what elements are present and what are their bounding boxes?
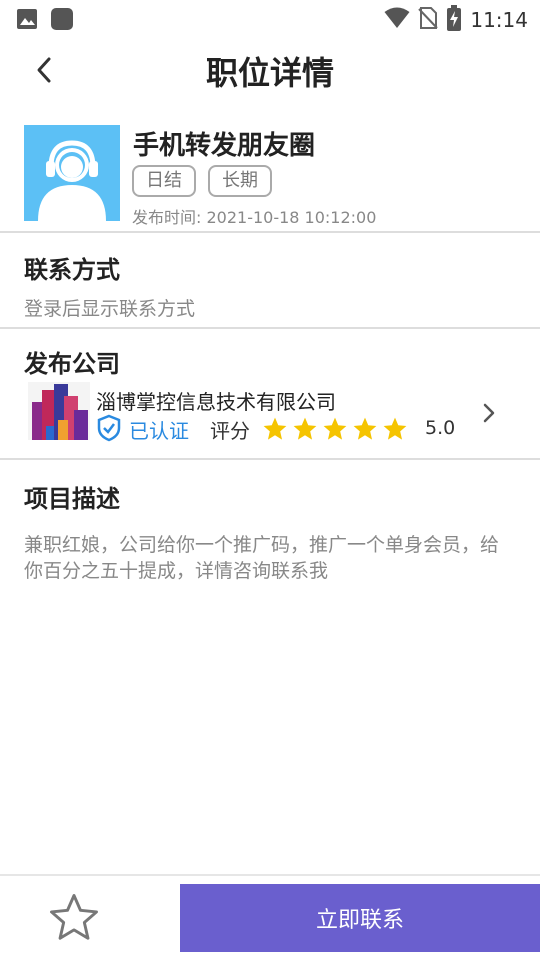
description-text: 兼职红娘，公司给你一个推广码，推广一个单身会员，给你百分之五十提成，详情咨询联系… [24, 534, 500, 582]
page-title: 职位详情 [205, 54, 334, 92]
company-logo [28, 382, 90, 440]
chevron-right-icon[interactable] [482, 402, 496, 428]
publish-time: 发布时间: 2021-10-18 10:12:00 [132, 208, 377, 227]
rating-stars [262, 416, 408, 442]
description-heading: 项目描述 [24, 485, 120, 513]
star-icon [263, 417, 287, 440]
status-bar: 11:14 [0, 0, 540, 36]
star-icon [383, 417, 407, 440]
headset-person-icon [24, 140, 120, 221]
verified-label: 已认证 [129, 419, 189, 443]
star-outline-icon [46, 891, 102, 949]
status-time: 11:14 [470, 8, 528, 32]
rating-label: 评分 [210, 419, 250, 443]
image-icon [16, 8, 38, 34]
tag-daily-pay: 日结 [132, 165, 196, 197]
divider [0, 327, 540, 329]
job-avatar [24, 125, 120, 221]
battery-charging-icon [446, 5, 462, 35]
wifi-icon [384, 7, 410, 33]
rating-value: 5.0 [425, 417, 456, 439]
star-icon [353, 417, 377, 440]
divider [0, 458, 540, 460]
favorite-button[interactable] [44, 892, 104, 948]
tag-long-term: 长期 [208, 165, 272, 197]
job-title: 手机转发朋友圈 [133, 131, 316, 161]
company-row[interactable]: 淄博掌控信息技术有限公司 已认证 评分 5.0 [28, 382, 520, 443]
shield-check-icon [96, 414, 122, 446]
bottom-bar-divider [0, 874, 540, 876]
star-icon [323, 417, 347, 440]
no-sim-icon [418, 6, 439, 34]
contact-now-button[interactable]: 立即联系 [180, 884, 540, 952]
star-icon [293, 417, 317, 440]
app-square-icon [50, 7, 74, 35]
contact-login-hint[interactable]: 登录后显示联系方式 [24, 294, 195, 321]
app-header: 职位详情 [0, 36, 540, 106]
contact-heading: 联系方式 [24, 256, 120, 284]
job-header: 手机转发朋友圈 日结 长期 发布时间: 2021-10-18 10:12:00 [24, 125, 524, 227]
job-tags: 日结 长期 [132, 165, 272, 197]
company-name: 淄博掌控信息技术有限公司 [96, 390, 336, 414]
company-heading: 发布公司 [24, 350, 120, 378]
divider [0, 231, 540, 233]
